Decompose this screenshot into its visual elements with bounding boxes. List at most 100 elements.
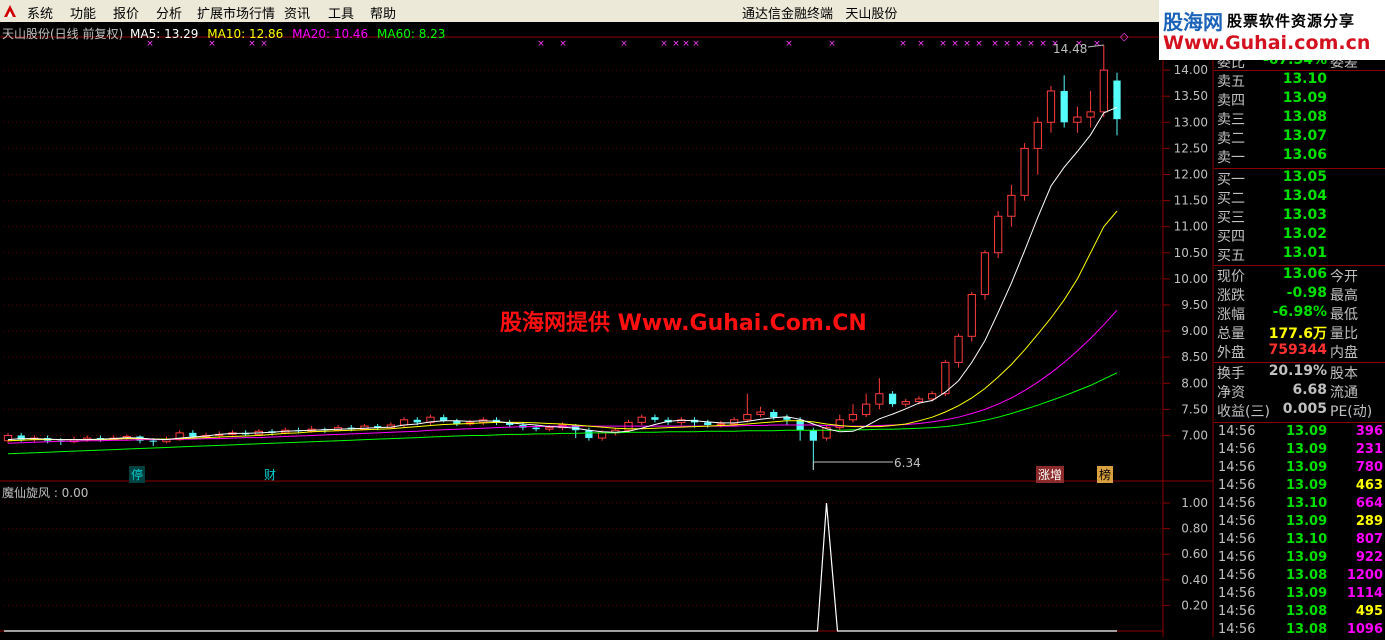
event-tag-zhangzeng[interactable]: 涨增 xyxy=(1036,466,1065,483)
brand-logo: 股海网 股票软件资源分享 Www.Guhai.com.cn xyxy=(1159,0,1385,60)
price-axis-label: 7.50 xyxy=(1181,402,1208,416)
tick-row: 14:56 13.10 807 xyxy=(1214,532,1385,550)
quote-value: 13.07 xyxy=(1282,128,1327,144)
quote-side-label: 最高 xyxy=(1330,288,1358,304)
tick-time: 14:56 xyxy=(1218,478,1256,493)
quote-value: 0.005 xyxy=(1282,401,1327,417)
low-price-annotation: 6.34 xyxy=(894,456,921,470)
tick-time: 14:56 xyxy=(1218,460,1256,475)
tick-time: 14:56 xyxy=(1218,622,1256,637)
signal-marker: × xyxy=(537,39,545,49)
price-axis-label: 9.00 xyxy=(1181,324,1208,338)
candle-body-up xyxy=(928,393,937,400)
tick-time: 14:56 xyxy=(1218,496,1256,511)
price-axis-label: 8.50 xyxy=(1181,350,1208,364)
indicator-title: 魔仙旋风 : 0.00 xyxy=(2,486,89,500)
signal-marker: × xyxy=(1015,39,1023,49)
indicator-axis-label: 0.20 xyxy=(1181,598,1208,612)
candle-body-down xyxy=(888,393,897,405)
quote-label: 净资 xyxy=(1217,385,1245,401)
price-axis-label: 8.00 xyxy=(1181,376,1208,390)
signal-marker: × xyxy=(1093,39,1101,49)
quote-side-label: 股本 xyxy=(1330,366,1358,382)
quote-label: 现价 xyxy=(1217,269,1245,285)
signal-marker: × xyxy=(975,39,983,49)
tick-price: 13.08 xyxy=(1286,622,1328,637)
event-tag-cai[interactable]: 财 xyxy=(264,466,276,483)
price-axis-label: 10.50 xyxy=(1174,246,1208,260)
signal-marker: × xyxy=(692,39,700,49)
tick-price: 13.08 xyxy=(1286,568,1328,583)
tick-price: 13.09 xyxy=(1286,478,1328,493)
chart-title: 天山股份(日线 前复权) xyxy=(2,27,124,41)
quote-label: 卖一 xyxy=(1217,150,1245,166)
price-axis-label: 13.00 xyxy=(1174,115,1208,129)
candle-body-up xyxy=(756,411,765,416)
candle-body-up xyxy=(1099,69,1108,113)
quote-label: 总量 xyxy=(1217,326,1245,342)
price-axis-label: 10.00 xyxy=(1174,272,1208,286)
candle-body-down xyxy=(651,417,659,420)
tick-volume: 664 xyxy=(1355,496,1383,511)
quote-side-label: PE(动) xyxy=(1330,404,1373,420)
quote-label: 卖五 xyxy=(1217,74,1245,90)
quote-label: 换手 xyxy=(1217,366,1245,382)
candle-body-up xyxy=(994,215,1003,254)
price-axis-label: 14.00 xyxy=(1174,63,1208,77)
candle-body-up xyxy=(1007,194,1016,217)
tick-time: 14:56 xyxy=(1218,550,1256,565)
stat-row: 净资 6.68 流通 xyxy=(1214,382,1385,401)
tick-row: 14:56 13.08 1096 xyxy=(1214,622,1385,640)
tick-price: 13.10 xyxy=(1286,496,1328,511)
candle-body-up xyxy=(1020,147,1029,196)
tick-row: 14:56 13.09 780 xyxy=(1214,460,1385,478)
ma10-label: MA10: 12.86 xyxy=(207,27,284,41)
quote-label: 买四 xyxy=(1217,229,1245,245)
tick-time: 14:56 xyxy=(1218,586,1256,601)
indicator-axis-label: 0.40 xyxy=(1181,573,1208,587)
quote-label: 卖二 xyxy=(1217,131,1245,147)
tick-volume: 1200 xyxy=(1346,568,1383,583)
quote-value: 177.6万 xyxy=(1268,326,1327,342)
quote-value: 759344 xyxy=(1268,342,1327,358)
stat-row: 涨幅 -6.98% 最低 xyxy=(1214,304,1385,323)
candle-body-down xyxy=(413,419,421,423)
candle-body-up xyxy=(1086,111,1095,118)
candle-body-down xyxy=(809,430,817,441)
quote-value: 13.10 xyxy=(1282,71,1327,87)
quote-value: 13.06 xyxy=(1282,266,1327,282)
signal-marker: × xyxy=(672,39,680,49)
stat-row: 总量 177.6万 量比 xyxy=(1214,323,1385,342)
ask-row: 卖五 13.10 xyxy=(1214,71,1385,90)
tick-price: 13.09 xyxy=(1286,442,1328,457)
diamond-icon: ◇ xyxy=(1120,30,1129,43)
price-axis-label: 7.00 xyxy=(1181,428,1208,442)
signal-marker: × xyxy=(963,39,971,49)
stat-row: 换手 20.19% 股本 xyxy=(1214,363,1385,382)
quote-value: 13.09 xyxy=(1282,90,1327,106)
event-tag-bang[interactable]: 榜 xyxy=(1097,466,1114,483)
quote-label: 买三 xyxy=(1217,210,1245,226)
signal-marker: × xyxy=(899,39,907,49)
tick-row: 14:56 13.09 231 xyxy=(1214,442,1385,460)
indicator-axis-label: 1.00 xyxy=(1181,496,1208,510)
ask-row: 卖一 13.06 xyxy=(1214,147,1385,166)
candle-body-up xyxy=(545,427,554,430)
price-axis-label: 11.50 xyxy=(1174,194,1208,208)
indicator-line xyxy=(4,502,1117,632)
candle-body-down xyxy=(1113,80,1121,120)
tick-row: 14:56 13.08 1200 xyxy=(1214,568,1385,586)
signal-marker: × xyxy=(951,39,959,49)
tick-row: 14:56 13.09 396 xyxy=(1214,424,1385,442)
signal-marker: × xyxy=(682,39,690,49)
quote-side-label: 今开 xyxy=(1330,269,1358,285)
tick-volume: 231 xyxy=(1355,442,1383,457)
quote-label: 卖三 xyxy=(1217,112,1245,128)
quote-label: 卖四 xyxy=(1217,93,1245,109)
event-tag-ting[interactable]: 停 xyxy=(129,466,146,483)
quote-label: 买二 xyxy=(1217,191,1245,207)
signal-marker: × xyxy=(828,39,836,49)
quote-value: 13.03 xyxy=(1282,207,1327,223)
candle-body-up xyxy=(743,414,752,421)
quote-value: 13.05 xyxy=(1282,169,1327,185)
